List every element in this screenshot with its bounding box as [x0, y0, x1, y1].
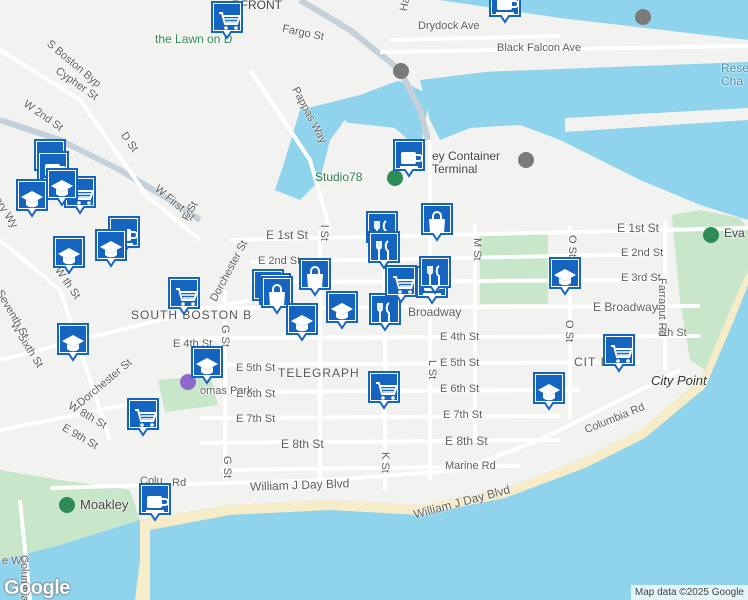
- label-i-st: l St: [318, 225, 330, 241]
- label-e-8th-right: E 8th St: [445, 434, 488, 448]
- marker-school[interactable]: [15, 178, 49, 218]
- google-logo: Google: [4, 577, 70, 599]
- label-g-st: G St: [219, 325, 231, 348]
- label-e-8th: E 8th St: [281, 437, 324, 451]
- label-telegraph: TELEGRAPH: [278, 366, 360, 380]
- marker-grocery[interactable]: [126, 397, 160, 437]
- label-e-5th-left: E 5th St: [236, 362, 276, 374]
- label-e-4th: E 4th St: [440, 331, 480, 343]
- label-e-6th-right: E 6th St: [440, 383, 480, 395]
- label-marine: Marine Rd: [445, 460, 496, 472]
- marker-grocery[interactable]: [602, 333, 636, 373]
- map-canvas[interactable]: RFRONT Drydock Ave Black Falcon Ave Farg…: [0, 0, 748, 600]
- label-l-st: L St: [426, 360, 438, 380]
- label-black-falcon: Black Falcon Ave: [497, 42, 582, 54]
- ferry-icon[interactable]: [393, 63, 409, 79]
- label-e-1st: E 1st St: [266, 228, 309, 242]
- label-e-7th-left: E 7th St: [236, 413, 276, 425]
- marker-grocery[interactable]: [367, 370, 401, 410]
- label-e-3rd: E 3rd St: [621, 272, 661, 284]
- marker-grocery[interactable]: [210, 0, 244, 40]
- label-city-point: City Point: [651, 373, 707, 388]
- label-farragut: Farragut Rd: [656, 278, 668, 337]
- label-g-st-2: G St: [221, 456, 233, 479]
- label-e-5th-right: E 5th St: [440, 357, 480, 369]
- marker-cafe[interactable]: [392, 138, 426, 178]
- government-icon[interactable]: [518, 152, 534, 168]
- marker-shopping[interactable]: [420, 202, 454, 242]
- label-reserved-channel: Rese Cha: [721, 61, 748, 88]
- park-icon[interactable]: [703, 227, 719, 243]
- label-m-st: M St: [471, 238, 483, 261]
- marker-school[interactable]: [52, 235, 86, 275]
- label-evans: Eva: [724, 226, 745, 240]
- marker-grocery[interactable]: [384, 264, 418, 304]
- label-thomas-park: omas Park: [200, 385, 253, 397]
- marker-school[interactable]: [548, 256, 582, 296]
- marker-school[interactable]: [532, 371, 566, 411]
- marker-grocery[interactable]: [167, 276, 201, 316]
- map-attribution: Map data ©2025 Google: [630, 585, 748, 600]
- label-e-1st-right: E 1st St: [617, 221, 660, 235]
- label-o-st: O St: [566, 235, 578, 258]
- label-o-st-2: O St: [563, 320, 575, 343]
- label-e-2nd-left: E 2nd St: [258, 255, 301, 267]
- label-columbia-left-rd: Rd: [172, 477, 187, 489]
- label-k-st: K St: [379, 452, 391, 473]
- marker-restaurant[interactable]: [418, 255, 452, 295]
- marker-cafe[interactable]: [138, 482, 172, 522]
- marker-school[interactable]: [285, 302, 319, 342]
- marker-cafe[interactable]: [488, 0, 522, 24]
- ferry-icon[interactable]: [635, 9, 651, 25]
- park-icon[interactable]: [59, 497, 75, 513]
- label-broadway: Broadway: [408, 305, 462, 319]
- label-e-2nd-right: E 2nd St: [621, 247, 664, 259]
- label-drydock: Drydock Ave: [418, 20, 480, 32]
- label-studio78: Studio78: [315, 170, 363, 184]
- label-e-7th-right: E 7th St: [443, 409, 483, 421]
- label-container-terminal: ey Container Terminal: [432, 149, 501, 176]
- marker-school[interactable]: [94, 228, 128, 268]
- marker-school[interactable]: [45, 167, 79, 207]
- marker-school[interactable]: [56, 322, 90, 362]
- label-e-broadway: E Broadway: [593, 300, 658, 314]
- label-moakley: Moakley: [80, 497, 129, 512]
- marker-school[interactable]: [190, 345, 224, 385]
- marker-school[interactable]: [325, 290, 359, 330]
